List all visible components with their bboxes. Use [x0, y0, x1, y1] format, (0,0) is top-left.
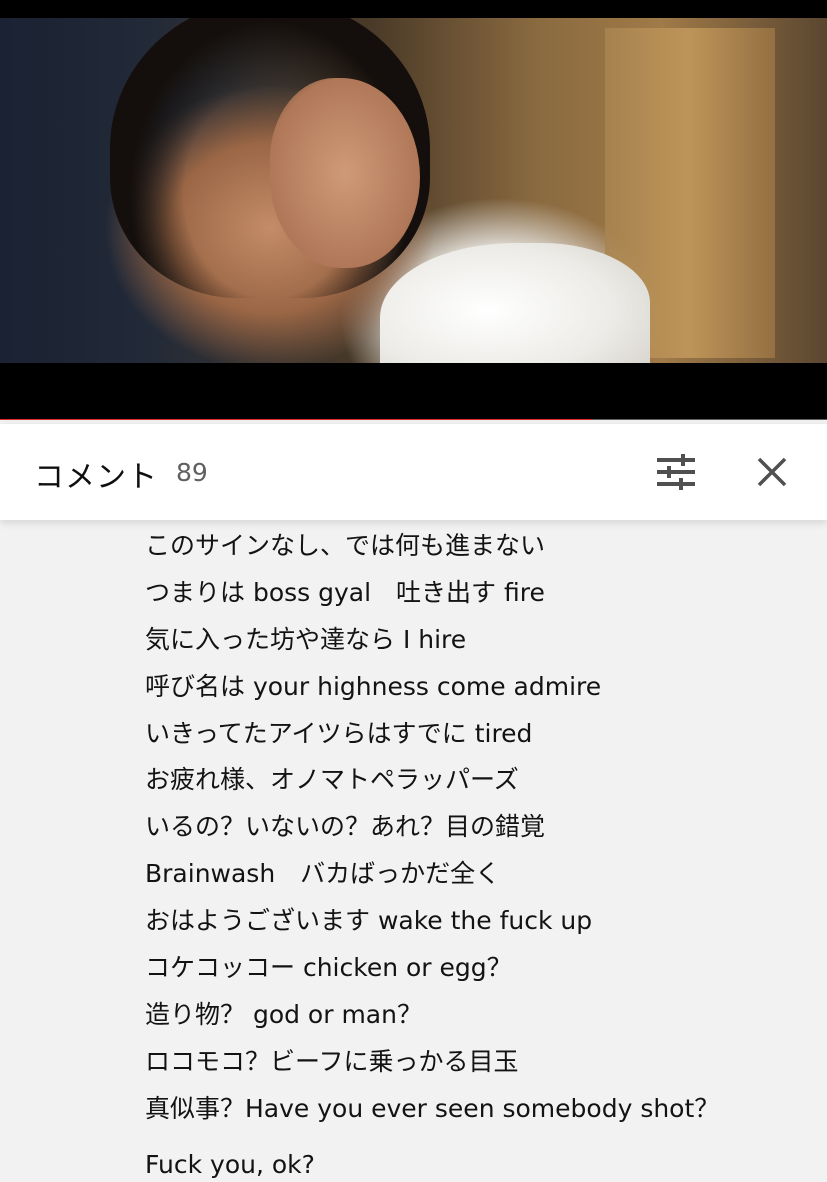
- lyric-line: ロコモコ？ビーフに乗っかる目玉: [145, 1046, 519, 1076]
- comments-header: コメント 89: [0, 424, 827, 520]
- lyrics-cut-off-line: Fuck you, ok?: [145, 1150, 315, 1179]
- progress-bar-played: [0, 419, 593, 420]
- lyric-line: お疲れ様、オノマトペラッパーズ: [145, 765, 519, 795]
- tune-sliders-icon: [657, 454, 695, 490]
- comments-title: コメント: [34, 460, 158, 495]
- comment-lyrics-body: このサインなし、では何も進まない つまりは boss gyal 吐き出す fire…: [145, 522, 815, 1133]
- lyric-line: 呼び名は your highness come admire: [145, 671, 602, 701]
- subject-robe-sleeve: [380, 243, 650, 363]
- lyric-line: おはようございます wake the fuck up: [145, 906, 593, 936]
- lyric-line: 真似事？Have you ever seen somebody shot？: [145, 1093, 720, 1123]
- close-button[interactable]: [746, 446, 798, 498]
- lyric-line: コケコッコー chicken or egg？: [145, 953, 512, 983]
- lyric-line: 造り物？ god or man？: [145, 999, 422, 1029]
- progress-bar[interactable]: [0, 419, 827, 420]
- sort-filter-button[interactable]: [650, 446, 702, 498]
- lyric-line: Brainwash バカばっかだ全く: [145, 859, 501, 889]
- lyric-line: このサインなし、では何も進まない: [145, 531, 546, 560]
- video-player[interactable]: [0, 0, 827, 420]
- video-frame[interactable]: [0, 18, 827, 363]
- lyric-line: つまりは boss gyal 吐き出す fire: [145, 577, 545, 607]
- lyric-line: いるの？いないの？あれ？目の錯覚: [145, 812, 546, 842]
- close-icon: [757, 457, 787, 487]
- comments-count: 89: [176, 458, 208, 487]
- lyric-line: 気に入った坊や達なら I hire: [145, 624, 467, 654]
- lyric-line: いきってたアイツらはすでに tired: [145, 718, 533, 748]
